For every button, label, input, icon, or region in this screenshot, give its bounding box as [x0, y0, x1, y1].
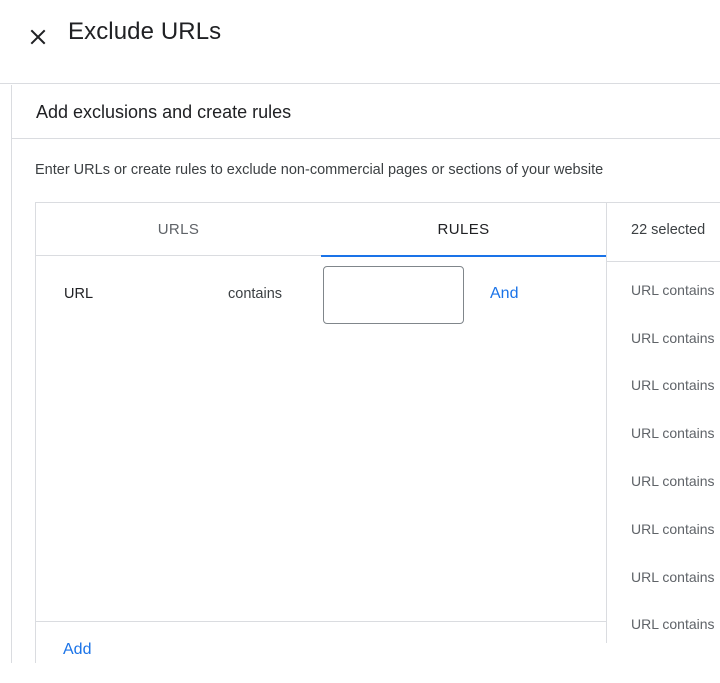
selected-count: 22 selected	[631, 222, 706, 238]
left-divider	[11, 85, 12, 663]
selected-list[interactable]: URL contains URL contains URL contains U…	[607, 262, 720, 648]
close-button[interactable]	[26, 25, 50, 49]
rule-operator: contains	[228, 286, 283, 302]
list-item[interactable]: URL contains	[607, 601, 720, 649]
close-icon	[30, 29, 46, 45]
dialog-header: Exclude URLs	[0, 0, 720, 84]
dialog-title: Exclude URLs	[68, 18, 222, 45]
list-item[interactable]: URL contains	[607, 457, 720, 505]
active-tab-indicator	[321, 255, 606, 257]
tab-urls[interactable]: URLS	[36, 203, 321, 256]
section-title: Add exclusions and create rules	[36, 102, 292, 122]
exclusion-panel: URLS RULES URL contains And Add 22 selec…	[35, 202, 720, 663]
list-item[interactable]: URL contains	[607, 266, 720, 314]
list-item[interactable]: URL contains	[607, 553, 720, 601]
tab-rules-label: RULES	[437, 221, 490, 238]
list-item[interactable]: URL contains	[607, 362, 720, 410]
rule-field: URL	[64, 286, 94, 302]
selected-panel: 22 selected URL contains URL contains UR…	[606, 203, 720, 643]
section-description: Enter URLs or create rules to exclude no…	[35, 162, 604, 178]
rule-value-input[interactable]	[323, 266, 464, 324]
and-button[interactable]: And	[490, 285, 518, 303]
list-item[interactable]: URL contains	[607, 505, 720, 553]
list-item[interactable]: URL contains	[607, 314, 720, 362]
tab-bar: URLS RULES	[36, 203, 606, 257]
list-item[interactable]: URL contains	[607, 409, 720, 457]
add-button[interactable]: Add	[63, 641, 91, 659]
section-header: Add exclusions and create rules	[12, 85, 720, 139]
tab-rules[interactable]: RULES	[321, 203, 606, 257]
rule-row: URL contains And	[36, 266, 606, 324]
footer-divider	[36, 621, 606, 622]
tab-urls-label: URLS	[157, 221, 200, 238]
